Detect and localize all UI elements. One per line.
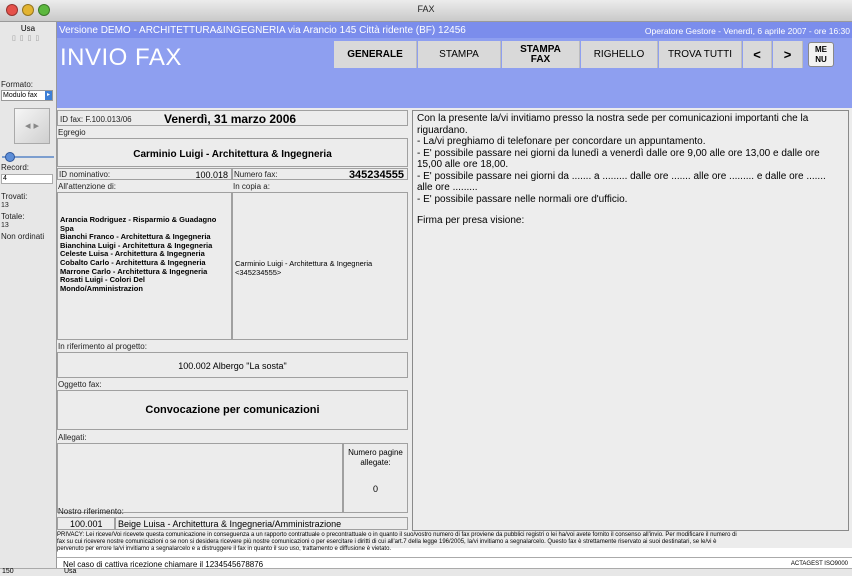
copy-label: In copia a: [233,182,270,191]
mode-label: Usa [20,24,36,33]
pages-label-line-2: allegate: [360,458,391,467]
attachments-label: Allegati: [58,433,87,442]
our-ref-label: Nostro riferimento: [58,507,124,516]
format-label: Formato: [1,80,34,89]
recipient-name: Carminio Luigi - Architettura & Ingegner… [133,149,332,160]
record-field[interactable]: 4 [1,174,53,184]
found-value: 13 [1,202,9,209]
found-label: Trovati: [1,192,28,201]
list-item: <345234555> [235,268,282,277]
mode-tools-icon[interactable]: ▯ ▯ ▯ ▯ [12,34,46,43]
message-line: Con la presente la/vi invitiamo presso l… [417,113,809,124]
operator-info: Operatore Gestore - Venerdì, 6 aprile 20… [644,26,850,36]
privacy-line: fax su cui ricevere nostre comunicazioni… [57,538,717,545]
menu-button[interactable]: ME NU [808,42,834,67]
record-book-icon[interactable]: ◂ ▸ [14,108,50,144]
company-info: Versione DEMO - ARCHITETTURA&INGEGNERIA … [59,25,466,36]
our-ref-name: Beige Luisa - Architettura & Ingegneria/… [118,519,342,529]
page-title: INVIO FAX [60,44,182,71]
stampa-button[interactable]: STAMPA [418,41,501,68]
copy-list-field[interactable]: Carminio Luigi - Architettura & Ingegner… [232,192,408,340]
subject-label: Oggetto fax: [58,380,102,389]
pages-field[interactable]: Numero pagine allegate: 0 [343,443,408,513]
subject-value: Convocazione per comunicazioni [145,404,320,416]
fax-header-field: ID fax: F.100.013/06 Venerdì, 31 marzo 2… [57,110,408,126]
attention-list-field[interactable]: Arancia Rodriguez - Risparmio & Guadagno… [57,192,232,340]
nominativo-field[interactable]: ID nominativo: 100.018 [57,168,232,180]
record-label: Record: [1,163,30,172]
trova-tutti-button[interactable]: TROVA TUTTI [659,41,742,68]
pages-label-line-1: Numero pagine [348,448,403,457]
fax-date[interactable]: Venerdì, 31 marzo 2006 [164,112,296,126]
egregio-label: Egregio [58,128,86,137]
record-slider-knob[interactable] [5,152,15,162]
message-body: Con la presente la/vi invitiamo presso l… [413,111,848,205]
next-record-button[interactable]: > [773,41,803,68]
window-titlebar: FAX [0,0,852,22]
status-area: Usa ▯ ▯ ▯ ▯ Formato: Modulo fax ▸ ◂ ▸ Re… [0,22,57,576]
pages-value: 0 [372,484,378,494]
privacy-line: PRIVACY: Lei riceve/Voi ricevete questa … [57,532,737,538]
message-line: - E' possibile passare nelle normali ore… [417,193,628,205]
status-mode: Usa [64,568,77,575]
footer-bar: Nel caso di cattiva ricezione chiamare i… [57,557,852,569]
message-line: riguardano. [417,124,468,136]
righello-button[interactable]: RIGHELLO [581,41,658,68]
message-textarea[interactable]: Con la presente la/vi invitiamo presso l… [412,110,849,531]
previous-record-button[interactable]: < [743,41,772,68]
header-strip: Versione DEMO - ARCHITETTURA&INGEGNERIA … [57,22,852,38]
fax-number-label: Numero fax: [234,170,278,179]
nominativo-label: ID nominativo: [59,170,111,179]
recipient-field[interactable]: Carminio Luigi - Architettura & Ingegner… [57,138,408,167]
project-label: In riferimento al progetto: [58,342,147,351]
subject-field[interactable]: Convocazione per comunicazioni [57,390,408,430]
our-ref-id-field[interactable]: 100.001 [57,517,115,530]
nominativo-value: 100.018 [195,170,228,180]
project-field[interactable]: 100.002 Albergo "La sosta" [57,352,408,378]
window-title: FAX [417,4,435,14]
message-line: 15,00 alle ore 18,00. [417,159,509,170]
zoom-level[interactable]: 150 [2,568,14,575]
fax-number-field[interactable]: Numero fax: 345234555 [232,168,408,181]
privacy-notice: PRIVACY: Lei riceve/Voi ricevete questa … [57,532,850,558]
brand-label: ACTAGEST ISO9000 [790,561,848,567]
pages-label: Numero pagine allegate: [344,448,407,468]
attention-list: Arancia Rodriguez - Risparmio & Guadagno… [60,215,217,293]
our-ref-name-field[interactable]: Beige Luisa - Architettura & Ingegneria/… [115,517,408,530]
project-value: 100.002 Albergo "La sosta" [178,361,287,371]
format-select[interactable]: Modulo fax ▸ [1,90,53,101]
stampa-fax-button[interactable]: STAMPA FAX [502,41,580,68]
privacy-line: pervenuto per errore la/vi invitiamo a s… [57,545,392,552]
total-label: Totale: [1,212,25,221]
message-line: alle ore ......... [417,182,478,193]
copy-list: Carminio Luigi - Architettura & Ingegner… [235,259,372,277]
chevron-down-icon: ▸ [45,91,52,100]
fax-id: ID fax: F.100.013/06 [60,115,132,124]
bottom-status-bar: 150 Usa [0,568,852,576]
total-value: 13 [1,222,9,229]
attention-label: All'attenzione di: [58,182,117,191]
generale-button[interactable]: GENERALE [334,41,417,68]
format-select-value: Modulo fax [3,92,38,99]
message-line: - E' possibile passare nei giorni da ...… [417,170,826,182]
message-line: - La/vi preghiamo di telefonare per conc… [417,136,706,147]
list-item: Carminio Luigi - Architettura & Ingegner… [235,259,373,268]
fax-number-value: 345234555 [348,169,404,181]
our-ref-id: 100.001 [70,519,103,529]
list-item: Mondo/Amministrazion [60,283,143,293]
attachments-field[interactable] [57,443,343,513]
message-line: - E' possibile passare nei giorni da lun… [417,147,820,159]
signature-label: Firma per presa visione: [417,215,525,226]
list-item: Arancia Rodriguez - Risparmio & Guadagno [60,215,217,224]
sort-status: Non ordinati [1,232,45,241]
